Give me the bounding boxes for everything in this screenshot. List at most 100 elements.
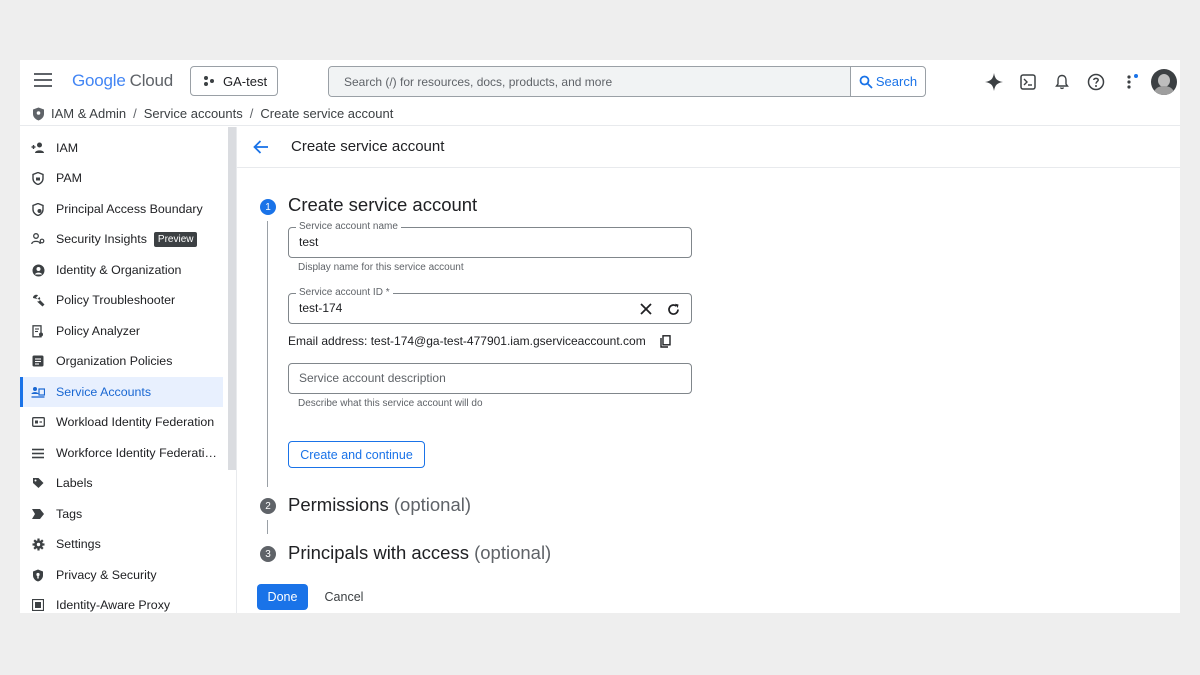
shield-icon [33,107,44,120]
clear-x-icon[interactable] [638,301,654,317]
sidebar-scrollbar[interactable] [228,127,236,470]
sidebar-item-label: Organization Policies [56,354,173,368]
service-account-description-field [288,363,692,394]
sidebar-item-label: Tags [56,507,83,521]
service-account-id-input[interactable] [299,301,629,315]
search-button-label: Search [875,74,918,89]
sidebar-item-security-insights[interactable]: Security Insights Preview [20,224,223,254]
gear-icon [31,537,45,551]
console-window: Google Cloud GA-test Search (/) for reso… [20,60,1180,613]
sidebar-item-label: IAM [56,141,79,155]
back-arrow-icon[interactable] [253,138,271,156]
page-title: Create service account [291,138,445,155]
user-avatar[interactable] [1151,69,1177,95]
sidebar-item-iam[interactable]: IAM [20,133,223,163]
document-search-icon [31,324,45,338]
list-box-icon [31,354,45,368]
logo-cloud: Cloud [129,71,174,90]
step-2-title-text: Permissions [288,494,389,515]
hamburger-menu-icon[interactable] [34,73,52,89]
sidebar-item-label: Identity-Aware Proxy [56,598,171,612]
breadcrumb-separator: / [249,106,254,121]
service-account-name-input[interactable] [299,235,629,249]
cancel-button[interactable]: Cancel [316,584,372,610]
shield-lock-icon [31,171,45,185]
privacy-shield-icon [31,568,45,582]
sidebar-item-tags[interactable]: Tags [20,499,223,529]
sidebar-divider [236,127,237,613]
breadcrumb-service-accounts[interactable]: Service accounts [144,106,243,121]
sidebar-item-label: Principal Access Boundary [56,202,203,216]
sidebar-item-label: Labels [56,476,93,490]
sidebar-item-label: Service Accounts [56,385,152,399]
sidebar-item-principal-access-boundary[interactable]: Principal Access Boundary [20,194,223,224]
breadcrumb: IAM & Admin / Service accounts / Create … [20,102,1180,126]
sidebar-item-policy-troubleshooter[interactable]: Policy Troubleshooter [20,285,223,315]
help-icon[interactable] [1086,72,1106,92]
search-input[interactable] [329,67,850,96]
sidebar-item-label: Workforce Identity Federati… [56,446,217,460]
service-account-icon [31,385,45,399]
step-connector-line [267,520,268,534]
search-button[interactable]: Search [850,67,925,96]
label-icon [31,476,45,490]
gemini-sparkle-icon[interactable] [984,72,1004,92]
step-2-optional: (optional) [393,494,472,515]
sidebar-item-pam[interactable]: PAM [20,163,223,193]
sidebar-item-identity-organization[interactable]: Identity & Organization [20,255,223,285]
step-3-optional: (optional) [474,542,552,563]
page-header: Create service account [237,126,1180,168]
email-address-text: Email address: test-174@ga-test-477901.i… [288,334,646,348]
sidebar-item-workload-identity-federation[interactable]: Workload Identity Federation [20,407,223,437]
person-add-icon [31,141,45,155]
step-3-title[interactable]: Principals with access (optional) [288,542,551,564]
boundary-shield-icon [31,202,45,216]
cloud-shell-terminal-icon[interactable] [1018,72,1038,92]
service-account-name-hint: Display name for this service account [298,262,464,273]
breadcrumb-current: Create service account [260,106,394,121]
step-3-title-text: Principals with access [288,542,469,563]
list-icon [31,446,45,460]
logo-google: Google [72,71,126,90]
sidebar-item-service-accounts[interactable]: Service Accounts [20,377,223,407]
sidebar-item-label: PAM [56,171,82,185]
wrench-icon [31,293,45,307]
breadcrumb-iam-admin[interactable]: IAM & Admin [51,106,126,121]
more-vertical-icon[interactable] [1122,72,1142,92]
google-cloud-logo[interactable]: Google Cloud [72,71,173,91]
sidebar-item-privacy-security[interactable]: Privacy & Security [20,560,223,590]
copy-icon[interactable] [659,334,671,348]
sidebar-item-label: Workload Identity Federation [56,415,215,429]
insights-person-icon [31,232,45,246]
sidebar-item-labels[interactable]: Labels [20,468,223,498]
sidebar-item-identity-aware-proxy[interactable]: Identity-Aware Proxy [20,590,223,613]
sidebar: IAM PAM Principal Access Boundary Securi… [20,127,236,613]
preview-badge: Preview [153,231,198,247]
sidebar-item-policy-analyzer[interactable]: Policy Analyzer [20,316,223,346]
sidebar-item-label: Identity & Organization [56,263,182,277]
search-bar: Search [328,66,926,97]
service-account-id-label: Service account ID * [296,287,393,298]
sidebar-item-label: Policy Analyzer [56,324,141,338]
sidebar-item-label: Settings [56,537,101,551]
service-account-name-field: Service account name [288,221,692,258]
account-circle-icon [31,263,45,277]
email-address-row: Email address: test-174@ga-test-477901.i… [288,334,671,348]
proxy-grid-icon [31,598,45,612]
step-connector-line [267,221,268,487]
refresh-icon[interactable] [665,301,681,317]
service-account-description-input[interactable] [299,371,629,385]
id-card-icon [31,415,45,429]
project-picker-button[interactable]: GA-test [190,66,278,96]
sidebar-item-organization-policies[interactable]: Organization Policies [20,346,223,376]
step-2-title[interactable]: Permissions (optional) [288,494,471,516]
sidebar-item-settings[interactable]: Settings [20,529,223,559]
create-and-continue-button[interactable]: Create and continue [288,441,425,468]
step-2-indicator: 2 [260,498,276,514]
step-1-title: Create service account [288,194,478,215]
service-account-description-hint: Describe what this service account will … [298,398,483,409]
done-button[interactable]: Done [257,584,308,610]
notifications-bell-icon[interactable] [1052,72,1072,92]
sidebar-item-workforce-identity-federation[interactable]: Workforce Identity Federati… [20,438,223,468]
search-icon [859,75,873,89]
